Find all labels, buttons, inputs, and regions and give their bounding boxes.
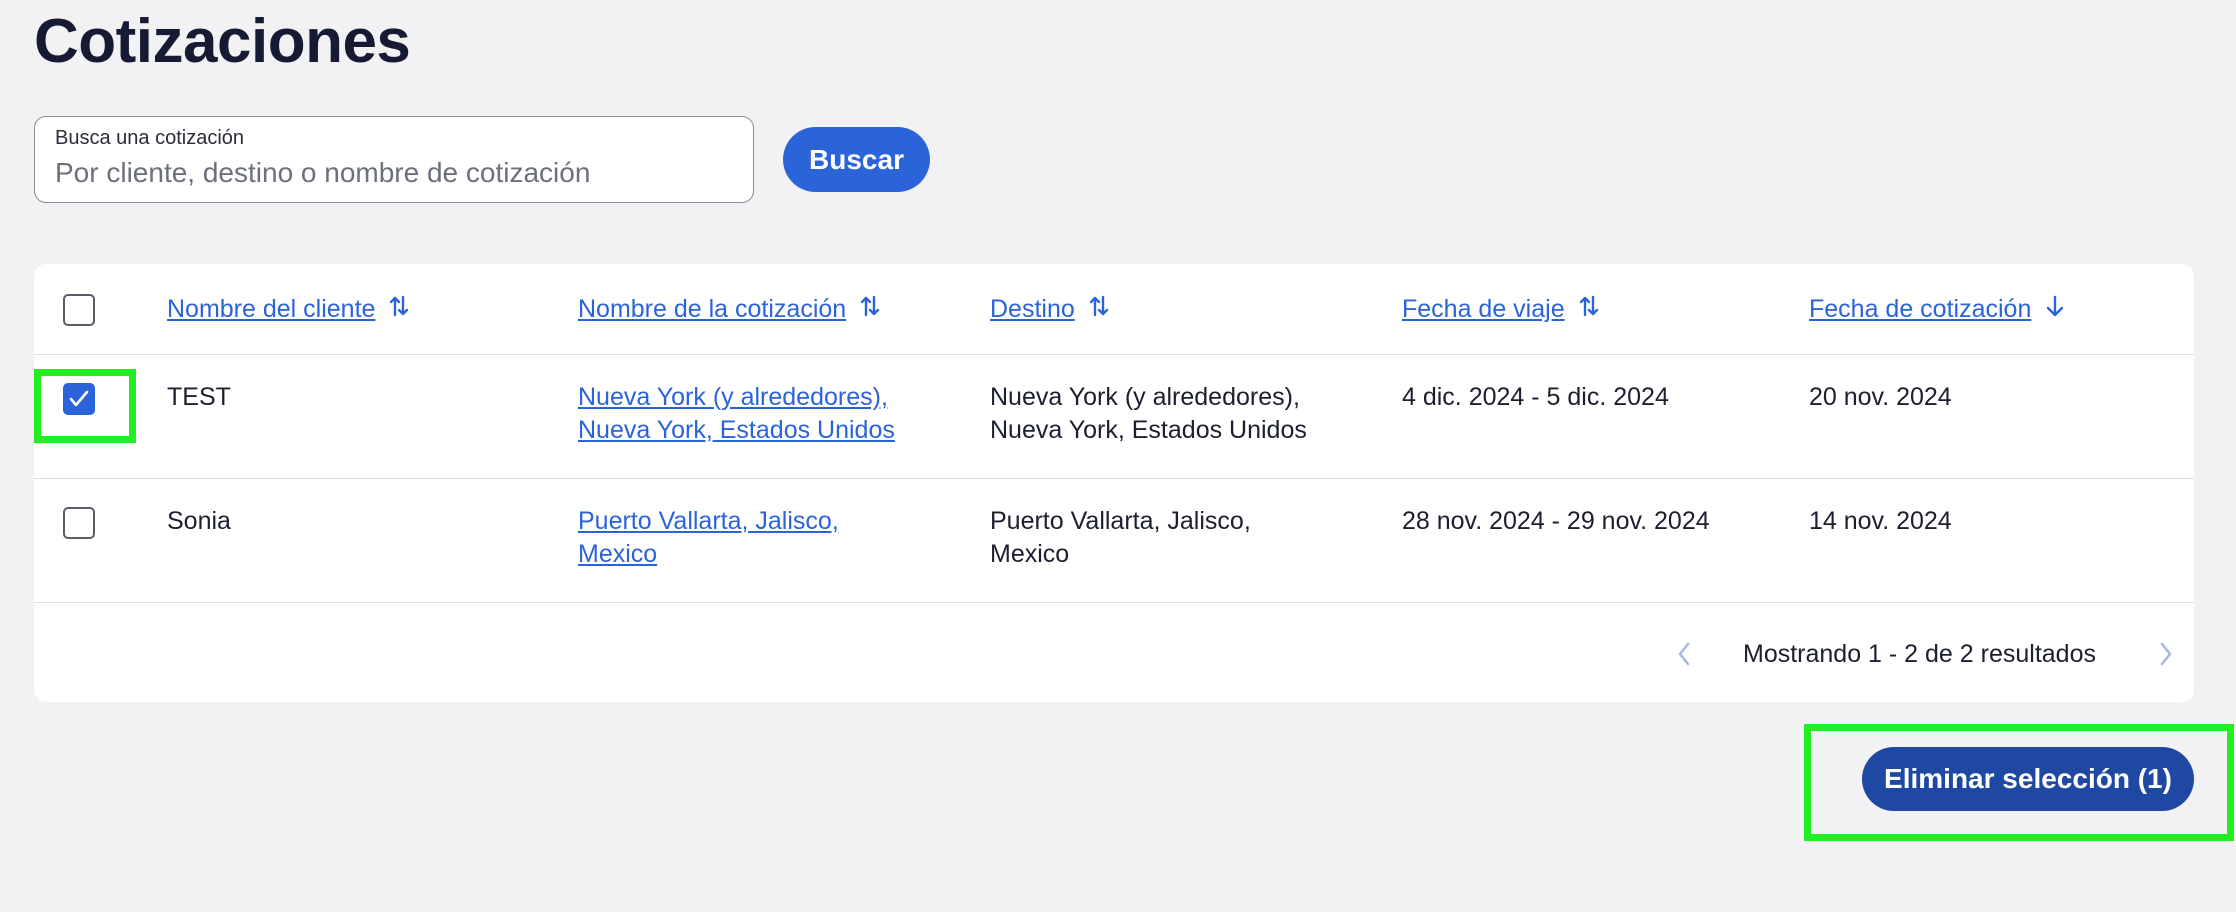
column-header-label: Nombre del cliente [167, 295, 376, 323]
column-header-destination[interactable]: Destino [990, 294, 1109, 325]
destination-line: Mexico [990, 540, 1070, 568]
destination: Puerto Vallarta, Jalisco, Mexico [990, 505, 1251, 571]
sort-both-icon [389, 294, 409, 325]
client-name: Sonia [167, 507, 231, 535]
quote-date: 14 nov. 2024 [1809, 507, 1952, 535]
column-header-label: Destino [990, 295, 1075, 323]
table-row: Sonia Puerto Vallarta, Jalisco, Mexico P… [34, 479, 2194, 603]
action-highlight [1804, 724, 2234, 841]
row-checkbox[interactable] [63, 507, 95, 539]
arrow-down-icon [2045, 294, 2065, 325]
destination-line: Nueva York (y alrededores), [990, 383, 1300, 411]
column-header-quote-name[interactable]: Nombre de la cotización [578, 294, 880, 325]
pagination-status: Mostrando 1 - 2 de 2 resultados [1743, 640, 2096, 668]
column-header-travel-date[interactable]: Fecha de viaje [1402, 294, 1599, 325]
column-header-label: Nombre de la cotización [578, 295, 847, 323]
selection-highlight [34, 369, 136, 443]
next-page-button[interactable] [2146, 634, 2186, 674]
search-button[interactable]: Buscar [783, 127, 930, 192]
client-name: TEST [167, 383, 231, 411]
travel-dates: 4 dic. 2024 - 5 dic. 2024 [1402, 383, 1669, 411]
quotes-table: Nombre del cliente Nombre de la cotizaci… [34, 264, 2194, 702]
table-row: TEST Nueva York (y alrededores), Nueva Y… [34, 355, 2194, 479]
destination: Nueva York (y alrededores), Nueva York, … [990, 381, 1307, 447]
sort-both-icon [1089, 294, 1109, 325]
chevron-right-icon [2160, 642, 2172, 666]
column-header-label: Fecha de cotización [1809, 295, 2032, 323]
column-header-quote-date[interactable]: Fecha de cotización [1809, 294, 2065, 325]
sort-both-icon [1579, 294, 1599, 325]
destination-line: Nueva York, Estados Unidos [990, 416, 1307, 444]
table-header: Nombre del cliente Nombre de la cotizaci… [34, 264, 2194, 355]
search-field[interactable]: Busca una cotización [34, 116, 754, 203]
quote-name-line[interactable]: Mexico [578, 540, 657, 568]
search-input[interactable] [55, 157, 735, 189]
select-all-checkbox[interactable] [63, 294, 95, 326]
column-header-label: Fecha de viaje [1402, 295, 1565, 323]
quote-name-line[interactable]: Puerto Vallarta, Jalisco, [578, 507, 839, 535]
quote-name-line[interactable]: Nueva York, Estados Unidos [578, 416, 895, 444]
pagination: Mostrando 1 - 2 de 2 resultados [34, 604, 2194, 702]
chevron-left-icon [1678, 642, 1690, 666]
page-title: Cotizaciones [34, 7, 411, 76]
search-label: Busca una cotización [55, 127, 245, 149]
quote-name-link[interactable]: Nueva York (y alrededores), Nueva York, … [578, 381, 895, 447]
sort-both-icon [860, 294, 880, 325]
quote-date: 20 nov. 2024 [1809, 383, 1952, 411]
destination-line: Puerto Vallarta, Jalisco, [990, 507, 1251, 535]
column-header-client[interactable]: Nombre del cliente [167, 294, 409, 325]
prev-page-button[interactable] [1664, 634, 1704, 674]
quote-name-line[interactable]: Nueva York (y alrededores), [578, 383, 888, 411]
quote-name-link[interactable]: Puerto Vallarta, Jalisco, Mexico [578, 505, 839, 571]
travel-dates: 28 nov. 2024 - 29 nov. 2024 [1402, 507, 1710, 535]
